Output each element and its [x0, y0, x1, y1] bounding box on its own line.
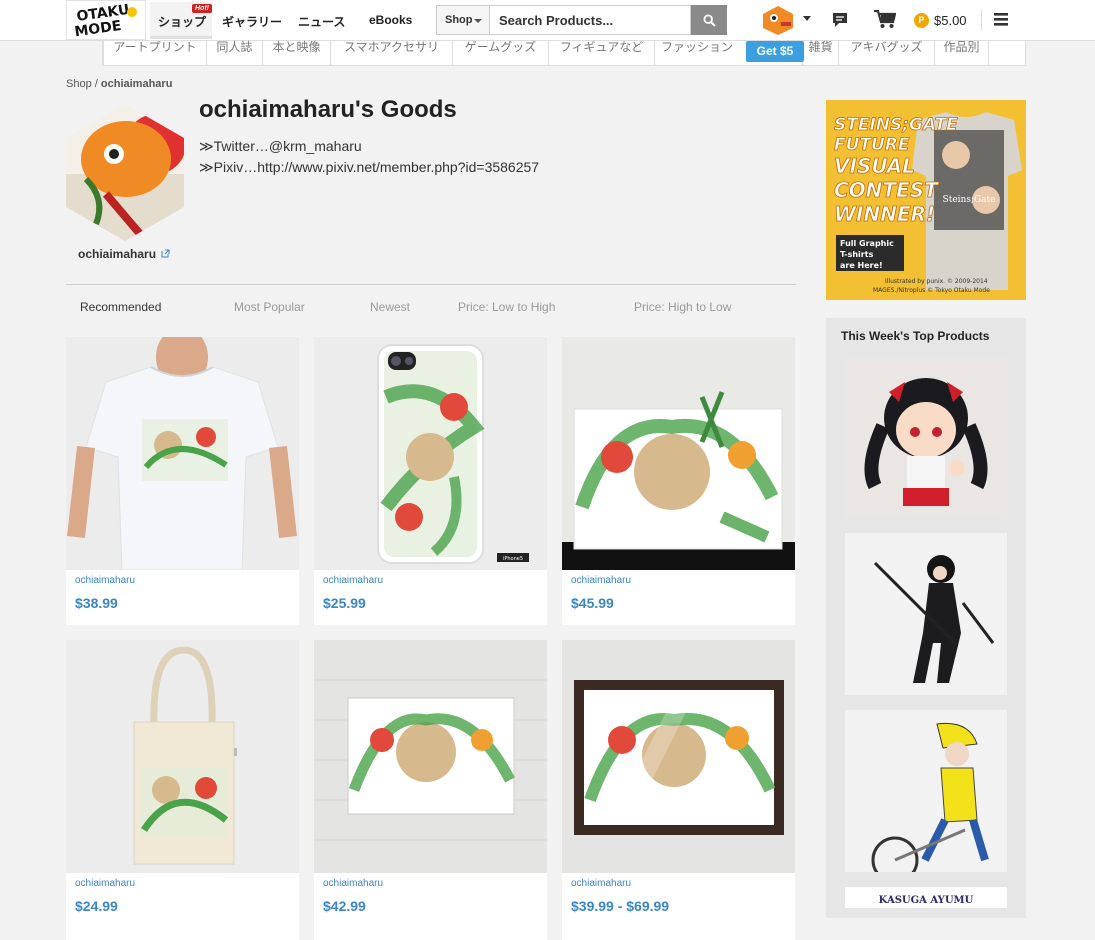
- product-card[interactable]: iPhone5 ochiaimaharu $25.99: [314, 337, 547, 625]
- product-seller[interactable]: ochiaimaharu: [571, 575, 631, 586]
- product-image-tote[interactable]: [66, 640, 299, 873]
- search-button[interactable]: [691, 5, 727, 35]
- product-price: $38.99: [75, 595, 118, 611]
- top-product-thumb[interactable]: [845, 533, 1007, 695]
- ad-headline-line: FUTURE: [834, 135, 910, 155]
- chevron-down-icon[interactable]: [803, 16, 811, 21]
- top-product-thumb-text: KASUGA AYUMU: [879, 895, 974, 906]
- chevron-down-icon: [474, 19, 482, 23]
- product-price: $24.99: [75, 898, 118, 914]
- bio-twitter: ≫Twitter…@krm_maharu: [199, 138, 362, 154]
- get-five-dollars-badge[interactable]: Get $5: [746, 41, 804, 62]
- sort-tab-newest[interactable]: Newest: [370, 300, 410, 314]
- product-card[interactable]: ochiaimaharu $45.99: [562, 337, 795, 625]
- category-game-goods[interactable]: ゲームグッズ: [453, 41, 549, 65]
- breadcrumb: Shop / ochiaimaharu: [66, 78, 172, 90]
- product-card[interactable]: ochiaimaharu $38.99: [66, 337, 299, 625]
- product-seller[interactable]: ochiaimaharu: [571, 878, 631, 889]
- search-input[interactable]: [489, 5, 691, 35]
- phone-model-label: iPhone5: [503, 556, 523, 562]
- category-doujinshi[interactable]: 同人誌: [207, 41, 263, 65]
- ad-sub-line: T-shirts: [840, 250, 874, 259]
- wallet-balance[interactable]: $5.00: [934, 13, 967, 28]
- breadcrumb-current: ochiaimaharu: [100, 78, 173, 90]
- search-scope-select[interactable]: Shop: [436, 5, 490, 35]
- ad-shirt-text: Steins;Gate: [943, 195, 996, 205]
- nav-shop[interactable]: Hot! ショップ: [150, 2, 212, 39]
- product-price: $42.99: [323, 898, 366, 914]
- profile-name-link[interactable]: ochiaimaharu: [78, 247, 170, 261]
- nav-ebooks[interactable]: eBooks: [369, 13, 412, 27]
- profile-name: ochiaimaharu: [78, 247, 157, 261]
- product-seller[interactable]: ochiaimaharu: [75, 878, 135, 889]
- category-by-title[interactable]: 作品別: [935, 41, 989, 65]
- bio-pixiv: ≫Pixiv…http://www.pixiv.net/member.php?i…: [199, 159, 540, 175]
- sort-tab-most-popular[interactable]: Most Popular: [234, 300, 305, 314]
- product-image-framed[interactable]: [562, 640, 795, 873]
- ad-headline-line: STEINS;GATE: [834, 115, 958, 135]
- product-card[interactable]: ochiaimaharu $24.99: [66, 640, 299, 940]
- user-avatar[interactable]: [761, 5, 795, 35]
- category-figures[interactable]: フィギュアなど: [549, 41, 655, 65]
- category-goods[interactable]: 雑貨: [803, 41, 839, 65]
- message-icon[interactable]: [832, 12, 848, 33]
- product-seller[interactable]: ochiaimaharu: [323, 878, 383, 889]
- hot-badge: Hot!: [192, 4, 212, 13]
- divider: [66, 284, 796, 285]
- category-akiba-goods[interactable]: アキバグッズ: [839, 41, 935, 65]
- ad-sub-line: Full Graphic: [840, 239, 894, 248]
- nav-gallery[interactable]: ギャラリー: [222, 13, 282, 30]
- product-image-tshirt[interactable]: [66, 337, 299, 570]
- search-scope-label: Shop: [445, 14, 473, 26]
- category-books-video[interactable]: 本と映像: [263, 41, 331, 65]
- nav-shop-label: ショップ: [158, 15, 207, 29]
- ad-credit-line: Illustrated by punix. © 2009-2014: [885, 278, 988, 285]
- product-image-phonecase[interactable]: iPhone5: [314, 337, 547, 570]
- breadcrumb-separator: /: [94, 78, 98, 90]
- product-card[interactable]: ochiaimaharu $42.99: [314, 640, 547, 940]
- top-products-title: This Week's Top Products: [841, 329, 990, 343]
- product-image-poster[interactable]: [562, 337, 795, 570]
- cart-icon[interactable]: [874, 9, 897, 34]
- sort-tab-recommended[interactable]: Recommended: [80, 300, 161, 314]
- category-art-prints[interactable]: アートプリント: [103, 41, 207, 65]
- product-price: $39.99 - $69.99: [571, 898, 670, 914]
- profile-avatar[interactable]: [66, 104, 184, 241]
- site-logo[interactable]: OTAKU MODE: [66, 0, 146, 40]
- breadcrumb-shop[interactable]: Shop: [66, 78, 92, 90]
- promo-banner[interactable]: Steins;Gate STEINS;GATE FUTURE VISUAL CO…: [826, 100, 1026, 300]
- search-icon: [702, 13, 716, 27]
- top-product-thumb[interactable]: [845, 356, 1007, 518]
- ad-headline-line: WINNER!: [834, 202, 935, 226]
- top-navbar: OTAKU MODE Hot! ショップ ギャラリー ニュース eBooks S…: [0, 0, 1095, 41]
- ad-headline-line: VISUAL: [834, 154, 915, 178]
- divider: [981, 10, 982, 30]
- product-image-canvas[interactable]: [314, 640, 547, 873]
- product-card[interactable]: ochiaimaharu $39.99 - $69.99: [562, 640, 795, 940]
- top-product-thumb[interactable]: KASUGA AYUMU: [845, 887, 1007, 908]
- search-bar: Shop: [436, 5, 727, 35]
- sort-tab-price-low-high[interactable]: Price: Low to High: [458, 300, 555, 314]
- ad-credit-line: MAGES./Nitroplus © Tokyo Otaku Mode: [873, 287, 990, 294]
- external-link-icon: [161, 249, 170, 258]
- product-seller[interactable]: ochiaimaharu: [323, 575, 383, 586]
- category-phone-accessories[interactable]: スマホアクセサリ: [331, 41, 453, 65]
- product-price: $25.99: [323, 595, 366, 611]
- top-product-thumb[interactable]: [845, 710, 1007, 872]
- ad-headline-line: CONTEST: [834, 178, 939, 202]
- ad-sub-line: are Here!: [840, 261, 883, 270]
- hamburger-menu-icon[interactable]: [994, 13, 1008, 31]
- category-bar: アートプリント 同人誌 本と映像 スマホアクセサリ ゲームグッズ フィギュアなど…: [102, 41, 1026, 66]
- sort-tab-price-high-low[interactable]: Price: High to Low: [634, 300, 731, 314]
- product-price: $45.99: [571, 595, 614, 611]
- nav-news[interactable]: ニュース: [298, 13, 345, 30]
- coin-icon: P: [914, 13, 929, 28]
- page-title: ochiaimaharu's Goods: [199, 96, 457, 123]
- product-seller[interactable]: ochiaimaharu: [75, 575, 135, 586]
